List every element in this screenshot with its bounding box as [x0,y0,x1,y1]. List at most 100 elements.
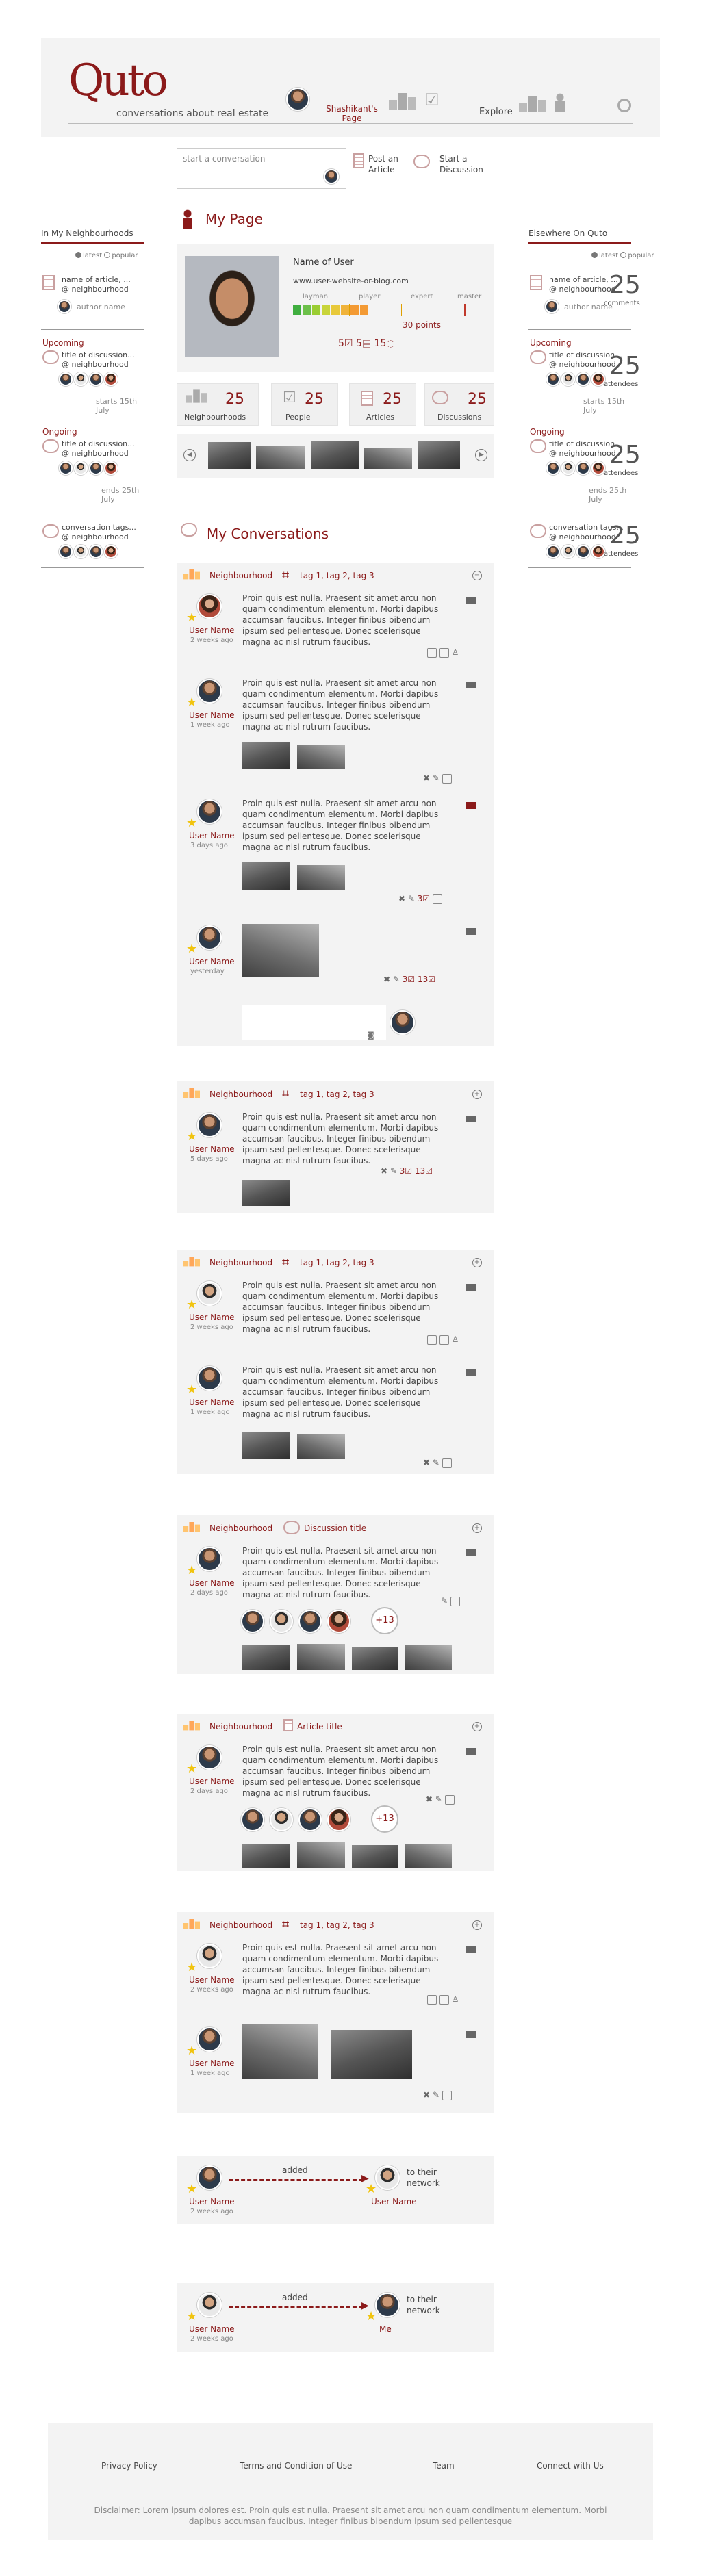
pencil-icon[interactable]: ✎ [435,1794,442,1804]
left-ongoing-item[interactable]: Ongoing title of discussion... @ neighbo… [41,424,144,506]
participant-avatar[interactable] [298,1808,322,1831]
post-avatar[interactable] [197,1281,222,1306]
neighbourhood-link[interactable]: Neighbourhood [209,1258,272,1267]
expand-icon[interactable]: + [472,1090,482,1099]
post-image[interactable] [297,745,345,769]
post-image[interactable] [331,2030,412,2079]
stat-discussions[interactable]: 25 Discussions [424,383,494,426]
user-avatar[interactable] [197,2165,222,2190]
person-icon[interactable]: ♙ [452,1994,459,2004]
edit-check-icon[interactable]: ☑ [428,975,435,984]
post-image[interactable] [405,1844,452,1868]
close-icon[interactable]: ✖ [423,1458,430,1467]
neighbourhood-thumb[interactable] [256,446,305,469]
edit-check-icon[interactable]: ☑ [425,1166,433,1176]
target-avatar[interactable] [375,2293,400,2317]
post-avatar[interactable] [197,799,222,824]
participant-avatar[interactable] [327,1610,350,1633]
approve-icon[interactable] [427,647,437,658]
explore-link[interactable]: Explore [479,107,513,117]
neighbourhood-link[interactable]: Neighbourhood [209,1722,272,1731]
neighbourhood-thumb[interactable] [208,442,251,469]
target-avatar[interactable] [375,2165,400,2190]
latest-radio[interactable] [75,252,81,258]
participant-avatar[interactable] [241,1610,264,1633]
post-user-name[interactable]: User Name [189,710,235,720]
edit-icon[interactable] [442,773,452,784]
carousel-next-icon[interactable]: ▶ [475,449,487,461]
close-icon[interactable]: ✖ [381,1166,387,1176]
participant-avatar[interactable] [327,1808,350,1831]
post-avatar[interactable] [197,1944,222,1968]
actor-name[interactable]: User Name [189,2197,235,2206]
target-name[interactable]: Me [379,2324,392,2334]
post-avatar[interactable] [197,2027,222,2052]
left-tags-item[interactable]: conversation tags... @ neighbourhood [41,513,144,568]
expand-icon[interactable]: + [472,1920,482,1930]
right-article-item[interactable]: name of article, ... @ neighbourhood aut… [528,268,641,330]
left-sort-toggle[interactable]: latest popular [75,252,138,259]
tags-link[interactable]: tag 1, tag 2, tag 3 [300,1090,374,1099]
edit-icon[interactable] [433,894,443,904]
neighbourhood-link[interactable]: Neighbourhood [209,1090,272,1099]
post-image[interactable] [242,1180,290,1206]
edit-icon[interactable] [439,1335,449,1345]
article-title[interactable]: name of article, ... [62,275,131,284]
pencil-icon[interactable]: ✎ [408,894,415,903]
discussion-title[interactable]: title of discussion... [62,439,135,448]
right-sort-toggle[interactable]: latest popular [591,252,654,259]
pencil-icon[interactable]: ✎ [441,1596,448,1606]
post-avatar[interactable] [197,1366,222,1391]
right-tags-item[interactable]: conversation tags... @ neighbourhood 25 … [528,513,641,568]
stat-neighbourhoods[interactable]: 25 Neighbourhoods [177,383,259,426]
tags-link[interactable]: tag 1, tag 2, tag 3 [300,1258,374,1267]
article-title-link[interactable]: Article title [297,1722,342,1731]
check-icon[interactable]: ☑ [422,894,430,903]
pencil-icon[interactable]: ✎ [393,975,400,984]
checklist-icon[interactable]: ☑ [424,90,439,110]
logo[interactable]: Quto [68,59,168,103]
participant-avatar[interactable] [270,1808,293,1831]
approve-icon[interactable] [427,1335,437,1345]
post-image[interactable] [352,1845,398,1868]
right-ongoing-item[interactable]: Ongoing title of discussion... @ neighbo… [528,424,641,506]
neighbourhoods-icon[interactable] [389,93,416,110]
article-icon[interactable] [353,153,364,168]
post-user-name[interactable]: User Name [189,1398,235,1407]
post-user-name[interactable]: User Name [189,2059,235,2068]
tags-link[interactable]: tag 1, tag 2, tag 3 [300,1920,374,1930]
close-icon[interactable]: ✖ [398,894,405,903]
person-icon[interactable]: ♙ [452,1335,459,1344]
connect-link[interactable]: Connect with Us [537,2461,604,2471]
start-discussion-button[interactable]: Start a Discussion [439,153,494,175]
expand-icon[interactable]: + [472,1523,482,1533]
stat-articles[interactable]: 25 Articles [349,383,416,426]
post-image[interactable] [242,742,290,769]
neighbourhood-thumb[interactable] [418,441,460,469]
neighbourhood-link[interactable]: Neighbourhood [209,1523,272,1533]
edit-icon[interactable] [442,1458,452,1468]
edit-icon[interactable] [442,2090,452,2100]
post-user-name[interactable]: User Name [189,831,235,840]
discussion-title-link[interactable]: Discussion title [304,1523,366,1533]
carousel-prev-icon[interactable]: ◀ [183,449,196,461]
latest-radio[interactable] [591,252,598,258]
stat-people[interactable]: ☑ 25 People [271,383,338,426]
close-icon[interactable]: ✖ [423,2090,430,2100]
search-icon[interactable] [617,99,631,112]
post-image[interactable] [242,1645,290,1670]
tags-title[interactable]: conversation tags... [62,523,136,532]
close-icon[interactable]: ✖ [426,1794,433,1804]
terms-link[interactable]: Terms and Condition of Use [240,2461,352,2471]
post-image[interactable] [352,1647,398,1670]
neighbourhood-link[interactable]: Neighbourhood [209,1920,272,1930]
expand-icon[interactable]: + [472,1258,482,1267]
pencil-icon[interactable]: ✎ [433,773,439,783]
post-image[interactable] [297,1842,345,1868]
edit-icon[interactable] [439,1994,449,2005]
more-participants[interactable]: +13 [371,1607,398,1634]
post-image[interactable] [242,1844,290,1868]
post-image[interactable] [297,865,345,890]
popular-radio[interactable] [104,252,111,258]
post-avatar[interactable] [197,594,222,619]
